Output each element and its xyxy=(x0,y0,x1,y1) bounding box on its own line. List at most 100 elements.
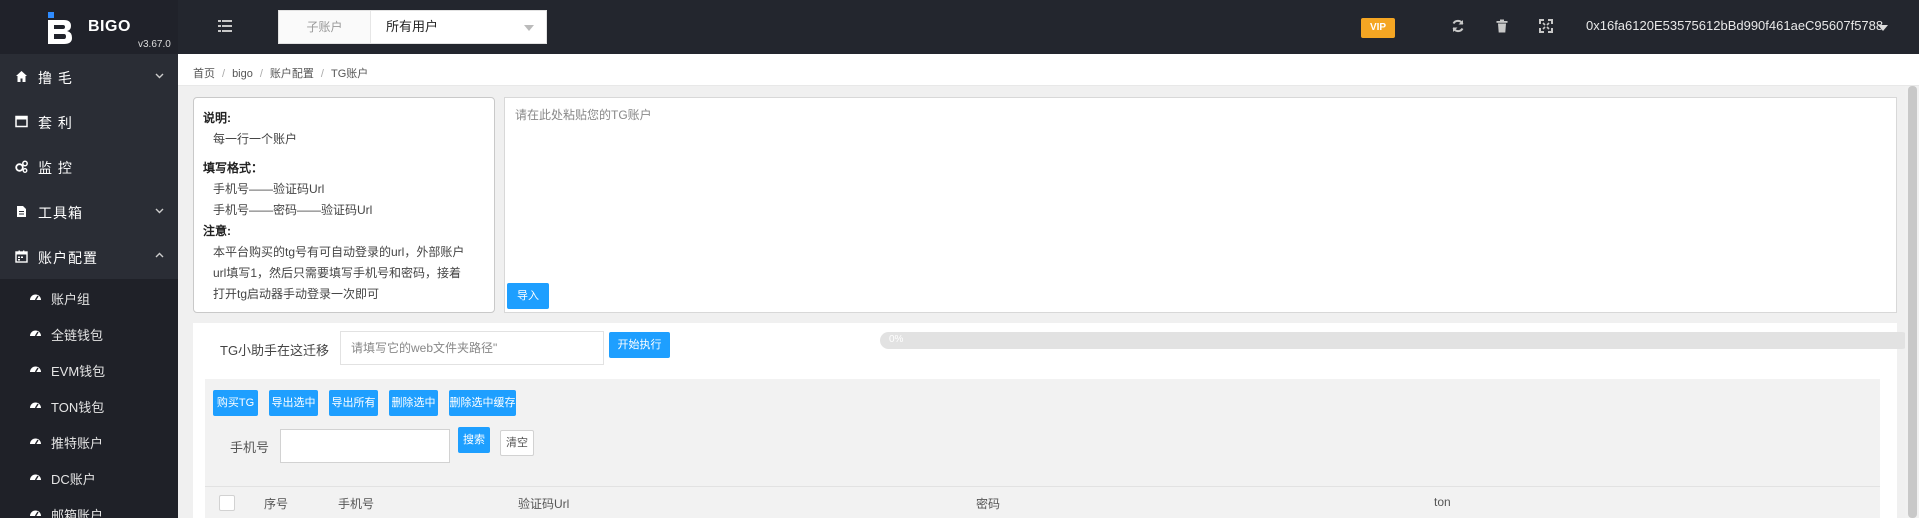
refresh-icon[interactable] xyxy=(1451,19,1465,33)
breadcrumb-separator: / xyxy=(222,68,226,80)
sub-account-select[interactable]: 子账户 所有用户 xyxy=(278,10,547,44)
tg-account-textarea[interactable] xyxy=(505,98,1896,312)
wallet-address[interactable]: 0x16fa6120E53575612bBd990f461aeC95607f57… xyxy=(1586,18,1883,33)
format-line: 手机号——密码——验证码Url xyxy=(213,203,373,217)
table-area: 购买TG 导出选中 导出所有 删除选中 删除选中缓存 手机号 搜索 清空 序号 … xyxy=(205,379,1880,518)
breadcrumb: 首页 / bigo / 账户配置 / TG账户 xyxy=(178,54,1919,86)
export-all-button[interactable]: 导出所有 xyxy=(329,390,378,416)
sidebar-item-account-config[interactable]: 账户配置 xyxy=(0,234,178,279)
window-icon xyxy=(15,115,28,128)
sidebar-item-jiankong[interactable]: 监 控 xyxy=(0,144,178,189)
page-scrollbar[interactable] xyxy=(1905,86,1919,518)
migrate-label: TG小助手在这迁移 xyxy=(220,343,330,358)
export-selected-button[interactable]: 导出选中 xyxy=(269,390,318,416)
note-title: 注意: xyxy=(203,224,231,238)
migrate-progress-bar: 0% xyxy=(880,332,1910,349)
sidebar-item-label: 套 利 xyxy=(38,115,73,131)
trash-icon[interactable] xyxy=(1495,19,1509,33)
sidebar-item-taoli[interactable]: 套 利 xyxy=(0,99,178,144)
version-label: v3.67.0 xyxy=(138,39,171,50)
column-header-index: 序号 xyxy=(264,497,289,511)
bigo-logo-icon xyxy=(48,12,72,44)
sidebar-item-label: 账户配置 xyxy=(38,250,98,266)
clear-button[interactable]: 清空 xyxy=(500,430,534,456)
start-execute-button[interactable]: 开始执行 xyxy=(609,332,670,358)
sidebar-subitem-label: EVM钱包 xyxy=(51,364,106,379)
select-all-checkbox[interactable] xyxy=(219,495,235,511)
chevron-down-icon xyxy=(155,73,164,79)
sidebar-subitem-label: 推特账户 xyxy=(51,436,104,451)
column-header-ton: ton xyxy=(1434,495,1451,509)
buy-tg-button[interactable]: 购买TG xyxy=(213,390,258,416)
chevron-down-icon[interactable] xyxy=(1878,25,1888,31)
dashboard-icon xyxy=(30,402,41,409)
note-line: 本平台购买的tg号有可自动登录的url，外部账户 xyxy=(213,245,465,259)
sidebar-subitem-label: DC账户 xyxy=(51,472,96,487)
format-line: 手机号——验证码Url xyxy=(213,182,325,196)
dashboard-icon xyxy=(30,294,41,301)
explain-line: 每一行一个账户 xyxy=(213,132,298,146)
top-header: 子账户 所有用户 VIP 0x16fa6120E53575612bBd990f4… xyxy=(178,0,1919,54)
scrollbar-thumb[interactable] xyxy=(1908,86,1917,518)
note-line: url填写1，然后只需要填写手机号和密码，接着 xyxy=(213,266,462,280)
breadcrumb-current: TG账户 xyxy=(330,68,369,80)
instructions-card: 说明: 每一行一个账户 填写格式： 手机号——验证码Url 手机号——密码——验… xyxy=(193,97,495,313)
brand-name: BIGO xyxy=(88,18,131,35)
delete-selected-cache-button[interactable]: 删除选中缓存 xyxy=(449,390,516,416)
sidebar-item-email-account[interactable]: 邮箱账户 xyxy=(0,495,178,518)
dashboard-icon xyxy=(30,474,41,481)
sidebar-subitem-label: 全链钱包 xyxy=(51,328,104,343)
delete-selected-button[interactable]: 删除选中 xyxy=(389,390,438,416)
breadcrumb-separator: / xyxy=(259,68,263,80)
sidebar-item-dc-account[interactable]: DC账户 xyxy=(0,459,178,495)
file-icon xyxy=(17,206,26,217)
column-header-phone: 手机号 xyxy=(338,497,375,511)
progress-text: 0% xyxy=(889,334,904,345)
account-config-submenu: 账户组 全链钱包 EVM钱包 TON钱包 推特账户 DC账户 邮箱账户 xyxy=(0,279,178,518)
sidebar-item-lumao[interactable]: 撸 毛 xyxy=(0,54,178,99)
column-header-password: 密码 xyxy=(976,497,1001,511)
tg-account-panel: TG小助手在这迁移 开始执行 0% 购买TG 导出选中 导出所有 删除选中 删除… xyxy=(193,323,1910,518)
sidebar-item-ton-wallet[interactable]: TON钱包 xyxy=(0,387,178,423)
sub-account-value: 所有用户 xyxy=(386,19,439,34)
explain-title: 说明: xyxy=(203,111,231,125)
sidebar-item-toolbox[interactable]: 工具箱 xyxy=(0,189,178,234)
chevron-up-icon xyxy=(155,252,164,258)
breadcrumb-separator: / xyxy=(320,68,324,80)
note-line: 打开tg启动器手动登录一次即可 xyxy=(213,287,380,301)
sidebar-item-account-group[interactable]: 账户组 xyxy=(0,279,178,315)
sidebar-subitem-label: 邮箱账户 xyxy=(51,508,104,518)
sidebar-item-label: 监 控 xyxy=(38,160,73,176)
sidebar-subitem-label: TON钱包 xyxy=(51,400,105,415)
menu-list-icon[interactable] xyxy=(218,19,232,33)
dashboard-icon xyxy=(30,438,41,445)
phone-search-label: 手机号 xyxy=(230,440,270,455)
calendar-icon xyxy=(15,250,28,263)
breadcrumb-home[interactable]: 首页 xyxy=(193,68,215,80)
vip-badge: VIP xyxy=(1361,18,1395,38)
sidebar-subitem-label: 账户组 xyxy=(51,292,91,307)
web-folder-path-input[interactable] xyxy=(340,331,604,365)
chevron-down-icon xyxy=(524,25,534,31)
column-header-code-url: 验证码Url xyxy=(518,497,570,511)
sidebar-item-label: 撸 毛 xyxy=(38,70,73,86)
fullscreen-icon[interactable] xyxy=(1539,19,1553,33)
dashboard-icon xyxy=(30,510,41,517)
format-title: 填写格式： xyxy=(203,161,264,175)
home-icon xyxy=(16,71,27,82)
sidebar-item-evm-wallet[interactable]: EVM钱包 xyxy=(0,351,178,387)
logo-area: BIGO v3.67.0 xyxy=(0,0,178,54)
breadcrumb-bigo[interactable]: bigo xyxy=(232,68,253,80)
sub-account-label: 子账户 xyxy=(279,11,371,43)
sidebar-item-all-chain-wallet[interactable]: 全链钱包 xyxy=(0,315,178,351)
cogs-icon xyxy=(15,160,28,173)
dashboard-icon xyxy=(30,366,41,373)
sidebar-item-label: 工具箱 xyxy=(38,205,83,221)
breadcrumb-account-config[interactable]: 账户配置 xyxy=(270,68,314,80)
search-button[interactable]: 搜索 xyxy=(458,427,490,453)
sidebar-item-twitter-account[interactable]: 推特账户 xyxy=(0,423,178,459)
table-header: 序号 手机号 验证码Url 密码 ton xyxy=(205,486,1880,518)
tg-account-paste-area: 导入 xyxy=(504,97,1897,313)
import-button[interactable]: 导入 xyxy=(507,283,549,309)
phone-search-input[interactable] xyxy=(280,429,450,463)
